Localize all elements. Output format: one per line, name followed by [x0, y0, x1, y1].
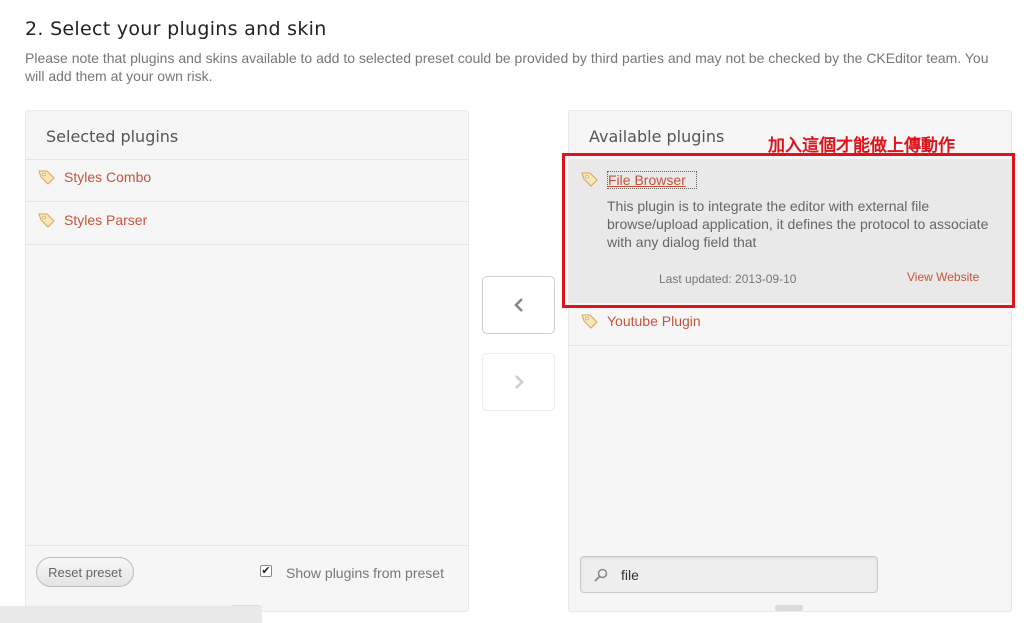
search-icon	[594, 568, 608, 582]
chevron-right-icon	[514, 375, 524, 389]
plugin-label: Styles Parser	[64, 212, 148, 228]
show-from-preset-label: Show plugins from preset	[286, 565, 444, 581]
reset-preset-button[interactable]: Reset preset	[36, 557, 134, 587]
annotation-highlight-box	[562, 153, 1015, 308]
search-value: file	[621, 567, 639, 583]
page-title: 2. Select your plugins and skin	[25, 18, 327, 40]
remove-plugin-button[interactable]	[482, 353, 555, 411]
divider	[26, 545, 468, 546]
page-bottom-bar	[0, 606, 262, 623]
plugin-label: Styles Combo	[64, 169, 152, 185]
plugin-search-input[interactable]: file	[580, 556, 878, 593]
annotation-text: 加入這個才能做上傳動作	[768, 136, 955, 156]
resize-handle[interactable]	[775, 605, 803, 611]
add-plugin-button[interactable]	[482, 276, 555, 334]
selected-plugins-title: Selected plugins	[46, 127, 179, 146]
tag-icon	[581, 314, 598, 329]
available-plugins-title: Available plugins	[589, 127, 725, 146]
tag-icon	[38, 213, 55, 228]
selected-plugin-item[interactable]: Styles Parser	[26, 202, 468, 245]
chevron-left-icon	[513, 298, 523, 312]
selected-plugins-panel: Selected plugins Styles Combo Styles Par…	[25, 110, 469, 612]
selected-plugin-item[interactable]: Styles Combo	[26, 159, 468, 202]
show-from-preset-checkbox[interactable]: ✔	[260, 565, 272, 577]
available-plugin-item[interactable]: Youtube Plugin	[569, 303, 1011, 346]
tag-icon	[38, 170, 55, 185]
third-party-note: Please note that plugins and skins avail…	[25, 50, 989, 84]
plugin-label: Youtube Plugin	[607, 313, 701, 329]
